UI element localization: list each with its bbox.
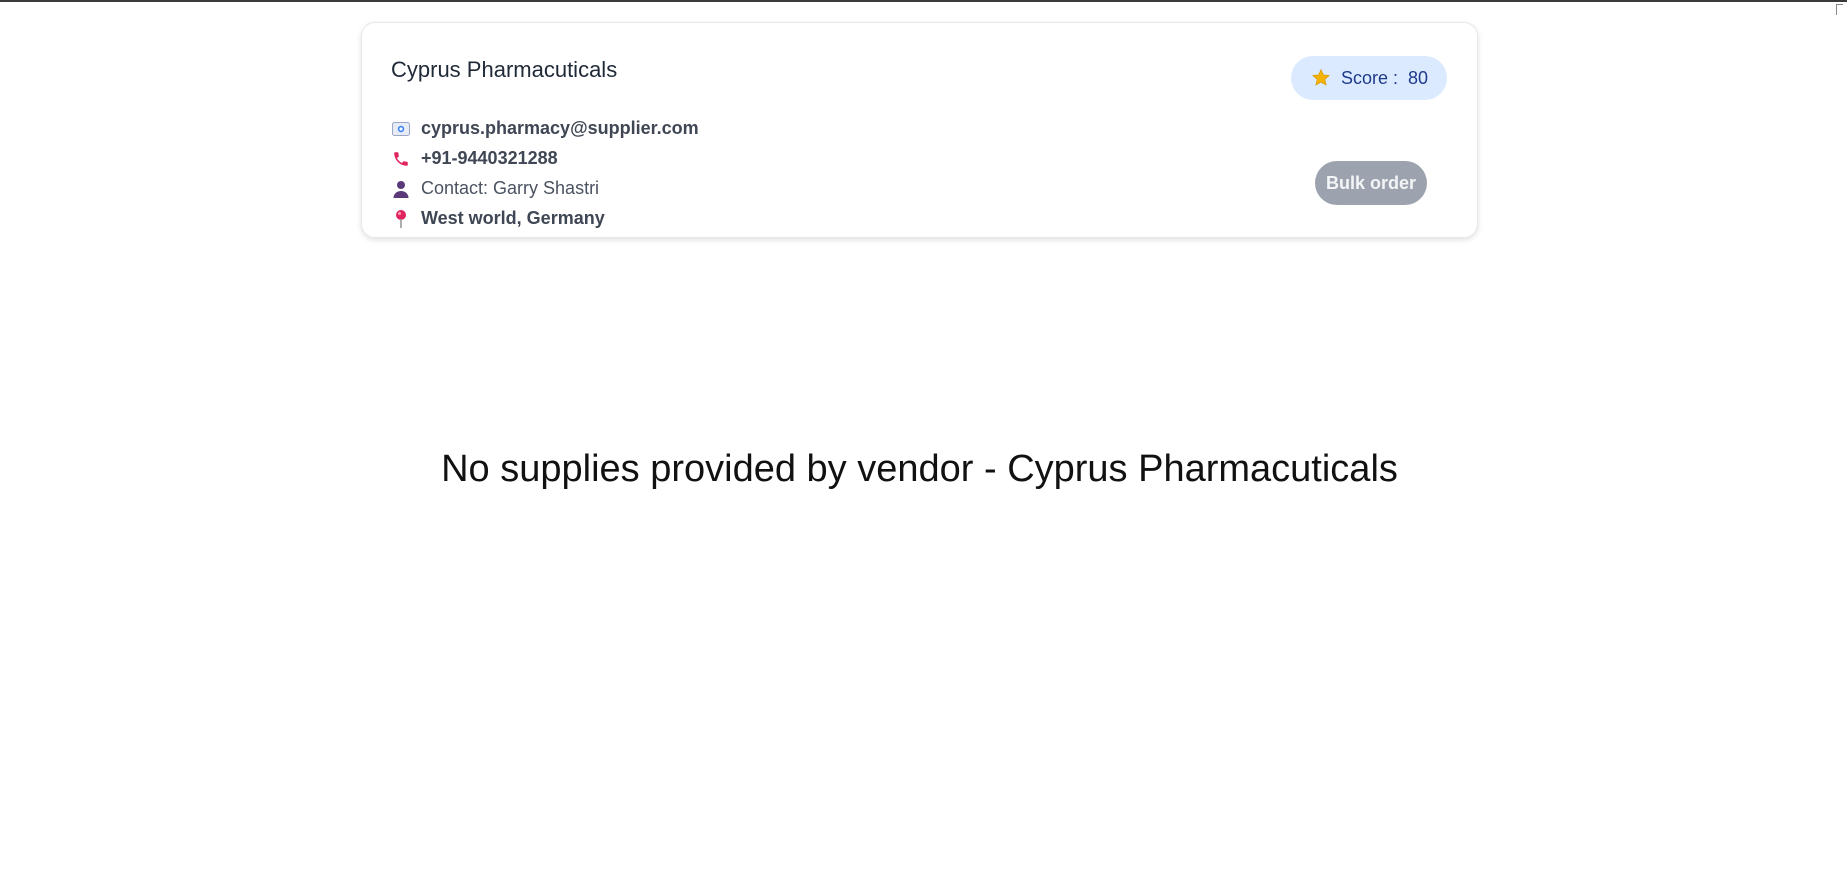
vendor-name: Cyprus Pharmacuticals (391, 57, 618, 82)
id-card-icon (391, 119, 411, 139)
vendor-location: West world, Germany (421, 208, 605, 228)
window-top-border (0, 0, 1847, 2)
score-value: 80 (1407, 67, 1428, 88)
vendor-contact: Contact: Garry Shastri (421, 178, 600, 198)
vendor-location-row: West world, Germany (391, 208, 605, 229)
window-corner-mark (1836, 4, 1843, 15)
vendor-card: Cyprus Pharmacuticals cyprus.pharmacy@su… (361, 22, 1478, 238)
star-icon (1311, 68, 1331, 88)
map-pin-icon (391, 209, 411, 229)
bulk-order-button[interactable]: Bulk order (1315, 161, 1427, 205)
vendor-contact-row: Contact: Garry Shastri (391, 178, 599, 199)
person-icon (391, 179, 411, 199)
score-badge: Score : 80 (1290, 56, 1447, 100)
phone-icon (391, 149, 411, 169)
vendor-email[interactable]: cyprus.pharmacy@supplier.com (421, 118, 699, 139)
vendor-email-row: cyprus.pharmacy@supplier.com (391, 118, 699, 139)
vendor-phone[interactable]: +91-9440321288 (421, 148, 558, 169)
score-label: Score : (1340, 67, 1398, 88)
vendor-phone-row: +91-9440321288 (391, 148, 558, 169)
empty-state-message: No supplies provided by vendor - Cyprus … (441, 448, 1398, 490)
